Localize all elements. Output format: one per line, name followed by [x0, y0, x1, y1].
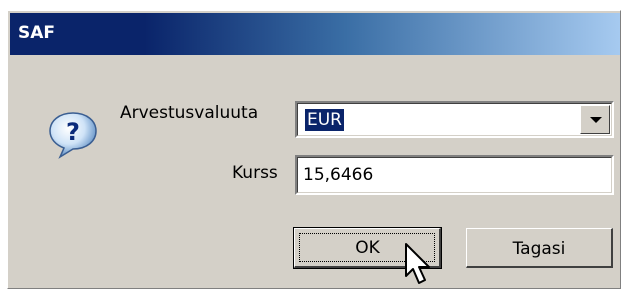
currency-select-inner	[297, 103, 612, 136]
cancel-button[interactable]: Tagasi	[466, 228, 613, 268]
currency-label: Arvestusvaluuta	[120, 103, 259, 123]
question-icon: ?	[49, 112, 97, 159]
svg-text:?: ?	[66, 118, 80, 146]
rate-value[interactable]: 15,6466	[303, 165, 373, 185]
cancel-button-label: Tagasi	[512, 239, 566, 259]
currency-select[interactable]: EUR	[295, 101, 614, 138]
window-title: SAF	[18, 23, 56, 43]
title-bar[interactable]: SAF	[10, 13, 620, 55]
dialog-window: SAF ? Arvestusvaluuta EUR Kurss 15,6466 …	[7, 10, 621, 289]
chevron-down-icon	[590, 117, 602, 123]
rate-input[interactable]: 15,6466	[295, 155, 614, 195]
dropdown-button[interactable]	[580, 105, 610, 134]
rate-label: Kurss	[232, 163, 278, 183]
currency-value[interactable]: EUR	[305, 109, 344, 131]
mouse-cursor-icon	[405, 243, 430, 284]
